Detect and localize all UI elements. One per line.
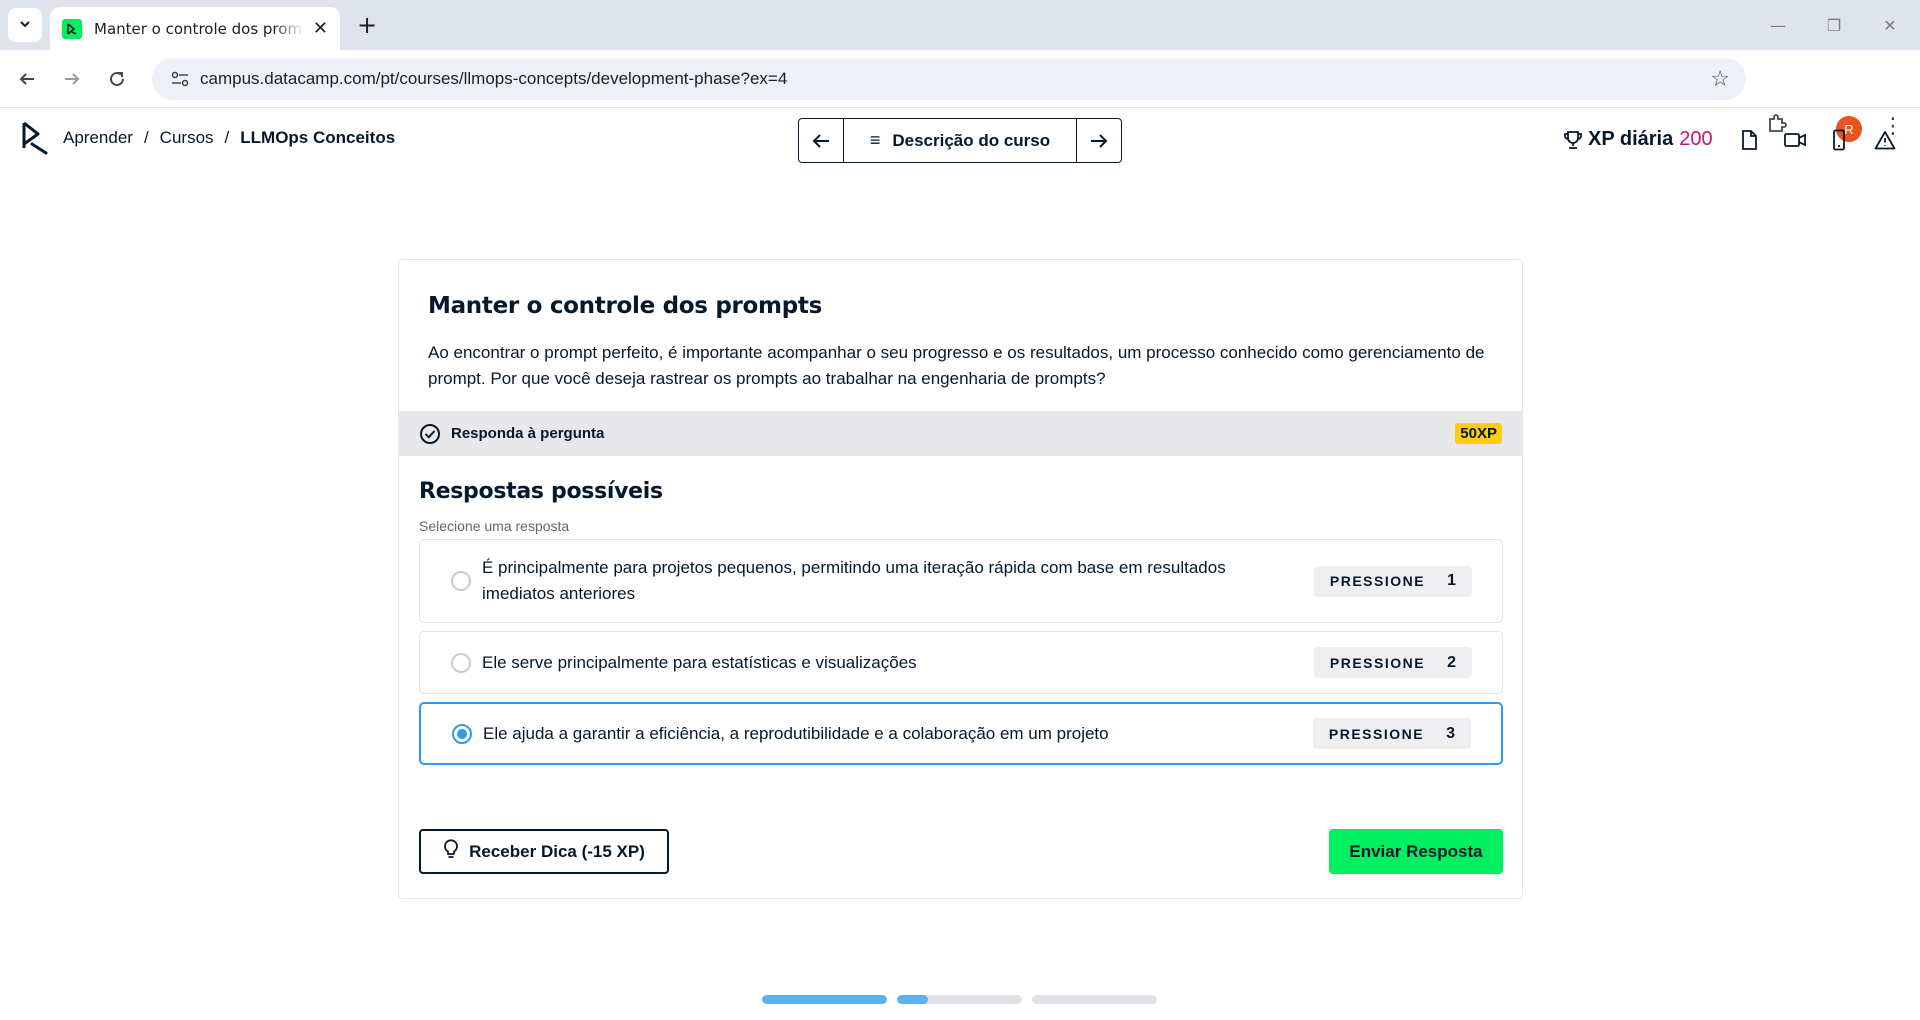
exercise-title: Manter o controle dos prompts [428,293,822,319]
menu-icon: ≡ [869,130,881,150]
keyboard-shortcut-hint: PRESSIONE 1 [1313,565,1472,597]
answer-option-text: É principalmente para projetos pequenos,… [482,558,1226,603]
next-exercise-button[interactable] [1076,119,1121,162]
xp-badge: 50XP [1455,423,1502,444]
close-icon[interactable]: ✕ [313,18,328,39]
datacamp-logo-icon[interactable] [20,120,48,160]
exercise-description: Ao encontrar o prompt perfeito, é import… [428,343,1485,388]
datacamp-favicon-icon [62,18,82,39]
breadcrumb-course[interactable]: LLMOps Conceitos [240,128,395,148]
lightbulb-icon [443,839,459,864]
trophy-icon [1564,130,1582,150]
press-label: PRESSIONE [1328,725,1425,742]
window-close-button[interactable]: ✕ [1870,10,1910,40]
progress-segment-1 [762,995,887,1004]
keyboard-shortcut-hint: PRESSIONE 2 [1313,647,1472,678]
warning-icon[interactable] [1872,127,1898,153]
radio-button[interactable] [451,571,471,591]
press-label: PRESSIONE [1329,654,1426,671]
check-circle-icon [419,423,441,445]
back-icon[interactable] [10,62,44,96]
answer-option-2[interactable]: Ele serve principalmente para estatístic… [419,631,1503,694]
daily-xp[interactable]: XP diária 200 [1564,128,1713,151]
restore-button[interactable]: ❐ [1814,10,1854,40]
daily-xp-value: 200 [1679,128,1713,150]
course-outline-button[interactable]: ≡ Descrição do curso [844,119,1076,162]
breadcrumb-learn[interactable]: Aprender [63,128,133,148]
shortcut-key: 1 [1447,572,1456,589]
address-bar[interactable]: campus.datacamp.com/pt/courses/llmops-co… [152,58,1746,100]
document-icon[interactable] [1736,127,1762,153]
breadcrumb-separator: / [224,128,230,147]
breadcrumb-separator: / [143,128,149,147]
task-label: Responda à pergunta [451,425,605,442]
app-header: Aprender / Cursos / LLMOps Conceitos ≡ D… [0,108,1920,170]
plus-icon: + [356,11,378,39]
progress-fill [897,995,929,1004]
exercise-card: Manter o controle dos prompts Ao encontr… [398,259,1523,899]
video-icon[interactable] [1782,127,1808,153]
task-bar: Responda à pergunta 50XP [399,411,1522,456]
course-outline-label: Descrição do curso [892,130,1051,150]
browser-toolbar: campus.datacamp.com/pt/courses/llmops-co… [0,50,1920,142]
radio-button[interactable] [451,652,471,673]
shortcut-key: 2 [1447,653,1456,671]
progress-segment-2 [897,995,1022,1004]
answer-option-text: Ele ajuda a garantir a eficiência, a rep… [483,723,1109,743]
answer-option-text: Ele serve principalmente para estatístic… [482,652,917,672]
press-label: PRESSIONE [1329,573,1426,589]
breadcrumb: Aprender / Cursos / LLMOps Conceitos [63,128,395,148]
radio-button-selected[interactable] [452,723,472,744]
shortcut-key: 3 [1446,724,1455,742]
forward-icon[interactable] [55,62,89,96]
daily-xp-label: XP diária [1588,128,1674,150]
answer-option-1[interactable]: É principalmente para projetos pequenos,… [419,539,1503,623]
mobile-icon[interactable] [1826,127,1852,153]
answers-title: Respostas possíveis [419,479,663,504]
progress-segment-3 [1032,995,1157,1004]
answer-option-3[interactable]: Ele ajuda a garantir a eficiência, a rep… [419,702,1503,765]
submit-answer-button[interactable]: Enviar Resposta [1329,829,1503,874]
progress-fill [762,995,887,1004]
previous-exercise-button[interactable] [799,119,844,162]
url-text: campus.datacamp.com/pt/courses/llmops-co… [200,69,788,88]
tab-title: Manter o controle dos prompts [94,19,304,38]
browser-tabstrip: Manter o controle dos prompts ✕ + — ❐ ✕ [0,0,1920,50]
tab-search-button[interactable] [8,8,42,42]
browser-tab-active[interactable]: Manter o controle dos prompts ✕ [50,7,340,50]
star-icon[interactable]: ☆ [1710,67,1730,92]
site-info-icon[interactable] [160,70,200,88]
answers-subtitle: Selecione uma resposta [419,518,570,534]
hint-label: Receber Dica (-15 XP) [469,841,645,861]
breadcrumb-courses[interactable]: Cursos [160,128,214,148]
chevron-down-icon [18,16,32,35]
exercise-progress [762,995,1157,1004]
new-tab-button[interactable]: + [352,10,382,40]
minimize-button[interactable]: — [1758,10,1798,40]
hint-button[interactable]: Receber Dica (-15 XP) [419,829,669,874]
reload-icon[interactable] [100,62,134,96]
keyboard-shortcut-hint: PRESSIONE 3 [1312,718,1471,749]
course-navigation: ≡ Descrição do curso [798,118,1122,163]
